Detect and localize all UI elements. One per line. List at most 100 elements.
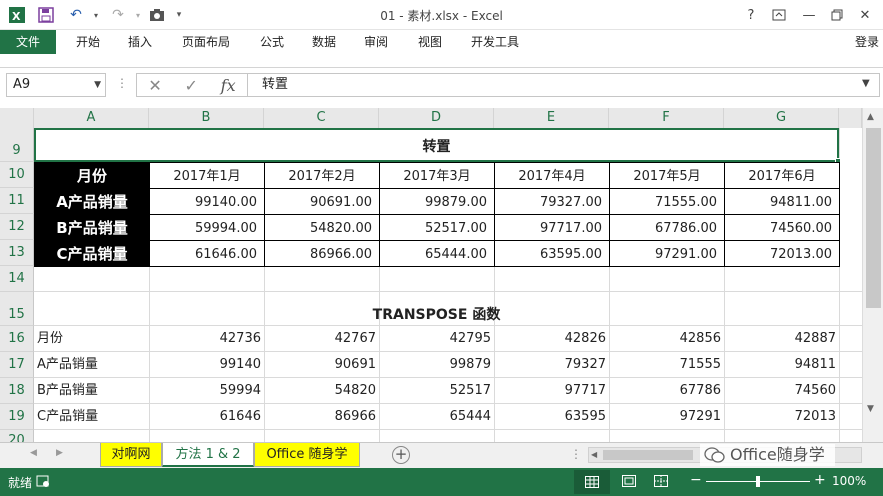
column-header-c[interactable]: C <box>264 108 379 128</box>
table2-value-cell[interactable]: 72013 <box>724 404 839 430</box>
name-box[interactable]: A9 ▼ <box>6 73 106 97</box>
scroll-left-icon[interactable]: ◀ <box>591 450 597 459</box>
row-header-15[interactable]: 15 <box>0 292 34 326</box>
table1-value-cell[interactable]: 99879.00 <box>379 188 495 215</box>
table1-value-cell[interactable]: 67786.00 <box>609 214 725 241</box>
table2-row-label[interactable]: B产品销量 <box>34 378 149 404</box>
table1-value-cell[interactable]: 52517.00 <box>379 214 495 241</box>
vertical-scrollbar[interactable]: ▲ ▼ <box>862 108 883 442</box>
table2-title[interactable]: TRANSPOSE 函数 <box>34 292 839 326</box>
column-header-a[interactable]: A <box>34 108 149 128</box>
table1-month-header[interactable]: 2017年6月 <box>724 162 840 189</box>
column-header-b[interactable]: B <box>149 108 264 128</box>
table1-month-header[interactable]: 2017年4月 <box>494 162 610 189</box>
table1-header-label[interactable]: 月份 <box>34 162 150 189</box>
table2-value-cell[interactable]: 42856 <box>609 326 724 352</box>
column-header-e[interactable]: E <box>494 108 609 128</box>
row-header-16[interactable]: 16 <box>0 326 34 352</box>
table2-value-cell[interactable]: 74560 <box>724 378 839 404</box>
sheet-tab-splitter-icon[interactable]: ⋮ <box>570 447 582 461</box>
page-layout-view-icon[interactable] <box>622 475 636 490</box>
table1-row-label[interactable]: C产品销量 <box>34 240 150 267</box>
row-header-18[interactable]: 18 <box>0 378 34 404</box>
tab-insert[interactable]: 插入 <box>118 30 162 54</box>
ribbon-display-icon[interactable] <box>768 5 790 25</box>
zoom-out-button[interactable]: − <box>690 472 702 488</box>
row-header-9[interactable]: 9 <box>0 128 34 162</box>
row-header-13[interactable]: 13 <box>0 240 34 266</box>
tab-view[interactable]: 视图 <box>408 30 452 54</box>
column-header-g[interactable]: G <box>724 108 839 128</box>
row-header-12[interactable]: 12 <box>0 214 34 240</box>
table2-value-cell[interactable]: 52517 <box>379 378 494 404</box>
table1-value-cell[interactable]: 74560.00 <box>724 214 840 241</box>
hscroll-thumb[interactable] <box>603 450 693 460</box>
zoom-in-button[interactable]: + <box>814 472 826 488</box>
enter-icon[interactable]: ✓ <box>185 76 198 95</box>
table1-value-cell[interactable]: 97717.00 <box>494 214 610 241</box>
table1-month-header[interactable]: 2017年1月 <box>149 162 265 189</box>
table1-value-cell[interactable]: 97291.00 <box>609 240 725 267</box>
row-header-17[interactable]: 17 <box>0 352 34 378</box>
prev-sheet-icon[interactable]: ◀ <box>30 448 37 458</box>
table1-value-cell[interactable]: 86966.00 <box>264 240 380 267</box>
help-button[interactable]: ? <box>740 5 762 25</box>
table2-value-cell[interactable]: 99140 <box>149 352 264 378</box>
column-header-d[interactable]: D <box>379 108 494 128</box>
next-sheet-icon[interactable]: ▶ <box>56 448 63 458</box>
sheet-tab-office-suishenxue[interactable]: Office 随身学 <box>254 443 360 467</box>
table2-value-cell[interactable]: 63595 <box>494 404 609 430</box>
table2-value-cell[interactable]: 90691 <box>264 352 379 378</box>
table1-row-label[interactable]: A产品销量 <box>34 188 150 215</box>
column-header-f[interactable]: F <box>609 108 724 128</box>
table2-value-cell[interactable]: 42826 <box>494 326 609 352</box>
minimize-icon[interactable]: — <box>798 5 820 25</box>
table2-value-cell[interactable]: 79327 <box>494 352 609 378</box>
tab-home[interactable]: 开始 <box>66 30 110 54</box>
tab-developer[interactable]: 开发工具 <box>462 30 528 54</box>
tab-review[interactable]: 审阅 <box>354 30 398 54</box>
add-sheet-button[interactable]: + <box>392 446 410 464</box>
table1-month-header[interactable]: 2017年5月 <box>609 162 725 189</box>
table2-value-cell[interactable]: 42767 <box>264 326 379 352</box>
tab-file[interactable]: 文件 <box>0 30 56 54</box>
sheet-tab-duiawang[interactable]: 对啊网 <box>100 443 162 467</box>
table1-value-cell[interactable]: 71555.00 <box>609 188 725 215</box>
table2-value-cell[interactable]: 42795 <box>379 326 494 352</box>
table2-value-cell[interactable]: 97717 <box>494 378 609 404</box>
table1-value-cell[interactable]: 72013.00 <box>724 240 840 267</box>
table1-value-cell[interactable]: 79327.00 <box>494 188 610 215</box>
close-icon[interactable]: ✕ <box>854 5 876 25</box>
table2-value-cell[interactable]: 42736 <box>149 326 264 352</box>
table1-value-cell[interactable]: 94811.00 <box>724 188 840 215</box>
tab-formulas[interactable]: 公式 <box>250 30 294 54</box>
table2-value-cell[interactable]: 65444 <box>379 404 494 430</box>
table1-value-cell[interactable]: 65444.00 <box>379 240 495 267</box>
table1-value-cell[interactable]: 59994.00 <box>149 214 265 241</box>
table2-row-label[interactable]: A产品销量 <box>34 352 149 378</box>
table1-row-label[interactable]: B产品销量 <box>34 214 150 241</box>
table1-value-cell[interactable]: 61646.00 <box>149 240 265 267</box>
zoom-slider-handle[interactable] <box>756 476 760 487</box>
table2-value-cell[interactable]: 71555 <box>609 352 724 378</box>
table2-value-cell[interactable]: 67786 <box>609 378 724 404</box>
cancel-icon[interactable]: ✕ <box>148 76 161 95</box>
zoom-level[interactable]: 100% <box>832 474 866 488</box>
more-options-icon[interactable]: ⋮ <box>116 76 128 94</box>
tab-page-layout[interactable]: 页面布局 <box>174 30 238 54</box>
scrollbar-thumb[interactable] <box>866 128 881 308</box>
formula-input[interactable]: 转置 <box>248 73 880 97</box>
table1-value-cell[interactable]: 63595.00 <box>494 240 610 267</box>
table2-value-cell[interactable]: 94811 <box>724 352 839 378</box>
chevron-down-icon[interactable]: ▼ <box>94 74 101 96</box>
table1-title[interactable]: 转置 <box>34 128 839 162</box>
table2-row-label[interactable]: C产品销量 <box>34 404 149 430</box>
table2-value-cell[interactable]: 86966 <box>264 404 379 430</box>
column-header-h[interactable] <box>839 108 862 128</box>
table1-value-cell[interactable]: 90691.00 <box>264 188 380 215</box>
table2-value-cell[interactable]: 61646 <box>149 404 264 430</box>
macro-record-icon[interactable] <box>36 474 50 488</box>
table2-row-label[interactable]: 月份 <box>34 326 149 352</box>
row-header-20[interactable]: 20 <box>0 430 34 442</box>
worksheet-grid[interactable]: A B C D E F G 9 10 11 12 13 14 15 16 17 … <box>0 108 883 442</box>
